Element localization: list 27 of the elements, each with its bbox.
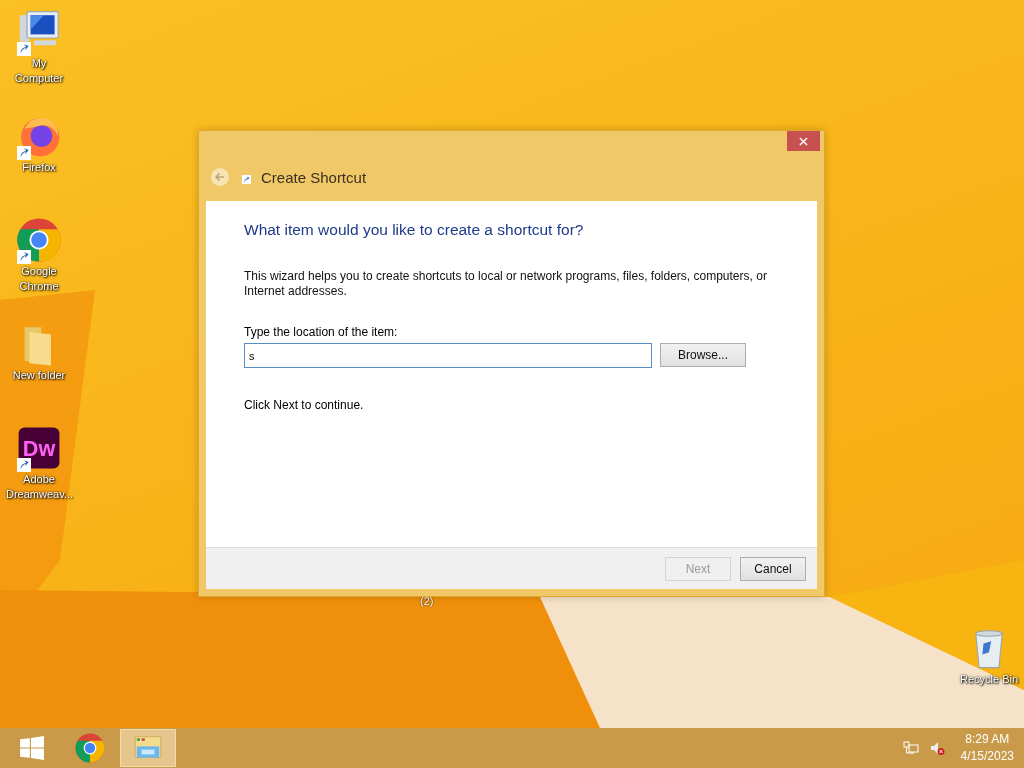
dialog-title: Create Shortcut	[261, 168, 367, 186]
desktop-icon-label[interactable]: Google Chrome	[6, 264, 72, 294]
chrome-icon[interactable]	[15, 216, 63, 264]
desktop-icon-label[interactable]: My Computer	[6, 56, 72, 86]
chrome-icon	[74, 732, 106, 764]
clock-date[interactable]: 4/15/2023	[960, 748, 1014, 765]
dw-logo-text: Dw	[22, 436, 56, 462]
network-icon[interactable]	[902, 740, 919, 756]
close-icon	[799, 136, 808, 146]
field-label: Type the location of the item:	[244, 325, 399, 339]
instruction-text: Click Next to continue.	[244, 398, 365, 412]
clock-time[interactable]: 8:29 AM	[965, 731, 1010, 748]
close-button[interactable]	[787, 131, 820, 151]
location-input-field[interactable]: s	[244, 343, 652, 368]
wizard-description: This wizard helps you to create shortcuts to local or network programs, files, folders, computers, or Internet addresses.	[244, 269, 768, 299]
desktop-icon-label[interactable]: Adobe Dreamweav...	[6, 472, 72, 502]
desktop-icon-label[interactable]: Recycle Bin	[959, 672, 1019, 687]
wizard-button[interactable]: Cancel	[740, 556, 806, 581]
desktop-icon-label[interactable]: Firefox	[22, 160, 56, 175]
speaker-icon[interactable]	[928, 740, 945, 756]
windows-logo-icon	[19, 735, 45, 761]
shortcut-arrow-icon	[242, 174, 251, 184]
wizard-heading: What item would you like to create a shortcut for?	[244, 221, 585, 239]
desktop-icon-label[interactable]: New folder	[12, 368, 66, 383]
browse-button[interactable]: Browse...	[660, 343, 746, 367]
taskbar-button[interactable]	[120, 729, 176, 767]
desktop-label: (2)	[420, 595, 434, 607]
